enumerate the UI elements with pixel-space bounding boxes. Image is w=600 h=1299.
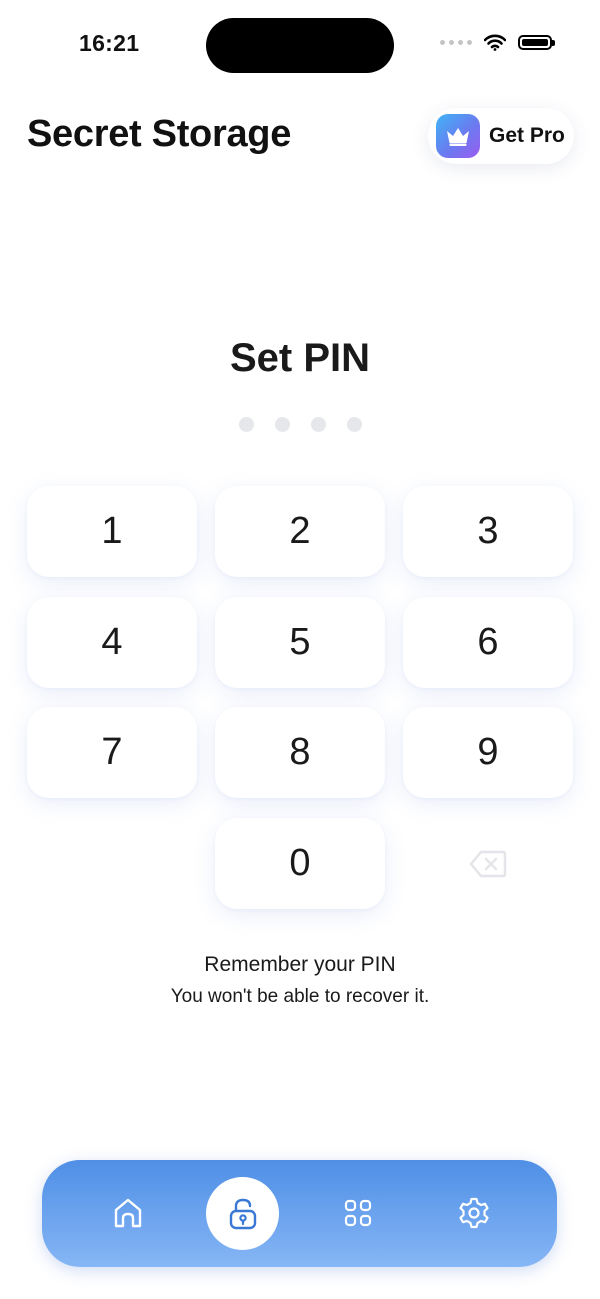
pin-dot xyxy=(239,417,254,432)
gear-icon xyxy=(459,1197,489,1229)
hint-title: Remember your PIN xyxy=(204,953,396,976)
cellular-signal-icon xyxy=(440,40,472,45)
key-3[interactable]: 3 xyxy=(403,486,573,577)
status-time: 16:21 xyxy=(79,30,140,56)
pin-dot xyxy=(275,417,290,432)
key-0[interactable]: 0 xyxy=(215,818,385,909)
key-4[interactable]: 4 xyxy=(27,597,197,688)
hint-subtitle: You won't be able to recover it. xyxy=(170,986,430,1007)
page-title: Secret Storage xyxy=(27,113,292,155)
key-8[interactable]: 8 xyxy=(215,707,385,798)
key-2[interactable]: 2 xyxy=(215,486,385,577)
dynamic-island xyxy=(206,18,394,73)
pin-dot xyxy=(311,417,326,432)
key-7[interactable]: 7 xyxy=(27,707,197,798)
battery-icon xyxy=(518,35,555,50)
status-icons xyxy=(440,34,555,51)
key-5[interactable]: 5 xyxy=(215,597,385,688)
key-9[interactable]: 9 xyxy=(403,707,573,798)
get-pro-label: Get Pro xyxy=(489,124,565,147)
tab-home[interactable] xyxy=(108,1193,148,1233)
home-icon xyxy=(114,1198,142,1228)
tab-lock[interactable] xyxy=(206,1177,279,1250)
wifi-icon xyxy=(484,34,506,51)
key-6[interactable]: 6 xyxy=(403,597,573,688)
tab-settings[interactable] xyxy=(454,1193,494,1233)
tab-bar xyxy=(42,1160,557,1267)
backspace-button[interactable] xyxy=(403,818,573,909)
lock-icon xyxy=(229,1198,256,1229)
set-pin-title: Set PIN xyxy=(229,336,371,380)
backspace-icon xyxy=(469,850,507,877)
pin-indicator xyxy=(239,417,362,432)
apps-grid-icon xyxy=(344,1199,372,1227)
get-pro-button[interactable]: Get Pro xyxy=(428,108,574,164)
pin-dot xyxy=(347,417,362,432)
key-1[interactable]: 1 xyxy=(27,486,197,577)
tab-apps[interactable] xyxy=(338,1193,378,1233)
crown-icon xyxy=(436,114,480,158)
